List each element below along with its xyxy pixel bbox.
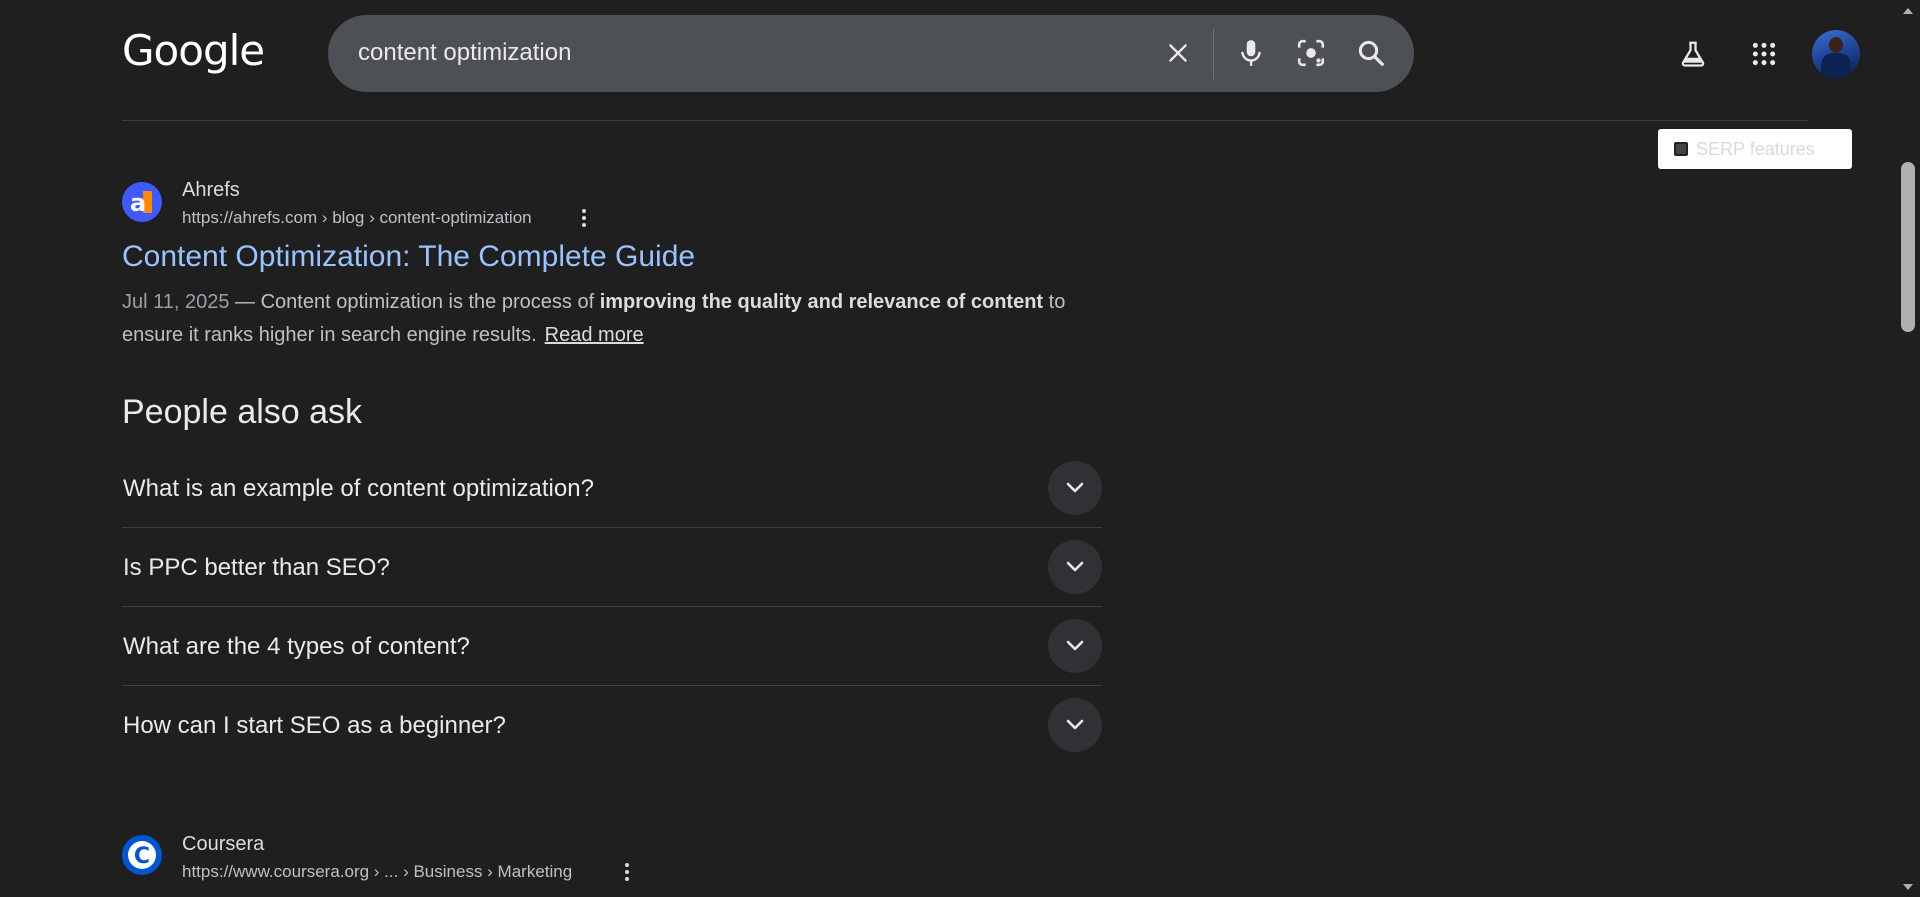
serp-features-label: SERP features (1696, 138, 1815, 159)
apps-grid-icon[interactable] (1742, 32, 1786, 76)
result-site-name[interactable]: Ahrefs (182, 179, 240, 202)
serp-features-checkbox[interactable] (1674, 142, 1688, 156)
result-date: Jul 11, 2025 (122, 291, 230, 313)
lens-icon[interactable] (1291, 33, 1331, 73)
result-title-link[interactable]: Content Optimization: The Complete Guide (122, 240, 695, 274)
result-snippet: Jul 11, 2025 — Content optimization is t… (122, 286, 1102, 352)
result-url[interactable]: https://ahrefs.com › blog › content-opti… (182, 208, 532, 228)
read-more-link[interactable]: Read more (545, 324, 644, 346)
scrollbar-thumb[interactable] (1901, 162, 1915, 332)
people-also-ask-heading: People also ask (122, 393, 363, 431)
header-divider (122, 120, 1808, 121)
chevron-down-icon[interactable] (1048, 461, 1102, 515)
paa-question-text[interactable]: What are the 4 types of content? (123, 633, 470, 661)
search-divider (1213, 29, 1214, 79)
ahrefs-favicon[interactable]: a (122, 182, 162, 222)
paa-question-text[interactable]: Is PPC better than SEO? (123, 554, 390, 582)
ahrefs-favicon-letter: a (130, 189, 146, 217)
clear-icon[interactable] (1158, 33, 1198, 73)
labs-flask-icon[interactable] (1671, 32, 1715, 76)
search-bar[interactable]: content optimization (328, 15, 1414, 92)
snippet-text-pre: — Content optimization is the process of (229, 291, 600, 313)
result-url[interactable]: https://www.coursera.org › ... › Busines… (182, 862, 572, 882)
result-site-name[interactable]: Coursera (182, 833, 264, 856)
more-options-icon[interactable] (572, 206, 596, 230)
scroll-down-arrow-icon[interactable] (1900, 880, 1916, 894)
coursera-favicon-letter: C (134, 844, 150, 869)
chevron-down-icon[interactable] (1048, 540, 1102, 594)
snippet-text-bold: improving the quality and relevance of c… (599, 291, 1044, 313)
coursera-favicon[interactable]: C (122, 835, 162, 875)
paa-question-item[interactable]: What is an example of content optimizati… (122, 449, 1102, 528)
chevron-down-icon[interactable] (1048, 698, 1102, 752)
more-options-icon[interactable] (615, 860, 639, 884)
search-input[interactable]: content optimization (358, 39, 571, 67)
microphone-icon[interactable] (1231, 33, 1271, 73)
paa-question-item[interactable]: How can I start SEO as a beginner? (122, 686, 1102, 764)
serp-features-toggle[interactable]: SERP features (1658, 129, 1852, 169)
search-icon[interactable] (1351, 33, 1391, 73)
paa-question-text[interactable]: What is an example of content optimizati… (123, 475, 594, 503)
google-logo[interactable]: Google (122, 26, 265, 75)
scrollbar-track[interactable] (1898, 0, 1920, 897)
scroll-up-arrow-icon[interactable] (1900, 3, 1916, 17)
paa-question-item[interactable]: Is PPC better than SEO? (122, 528, 1102, 607)
avatar[interactable] (1812, 30, 1860, 78)
paa-question-item[interactable]: What are the 4 types of content? (122, 607, 1102, 686)
paa-question-text[interactable]: How can I start SEO as a beginner? (123, 712, 506, 740)
chevron-down-icon[interactable] (1048, 619, 1102, 673)
